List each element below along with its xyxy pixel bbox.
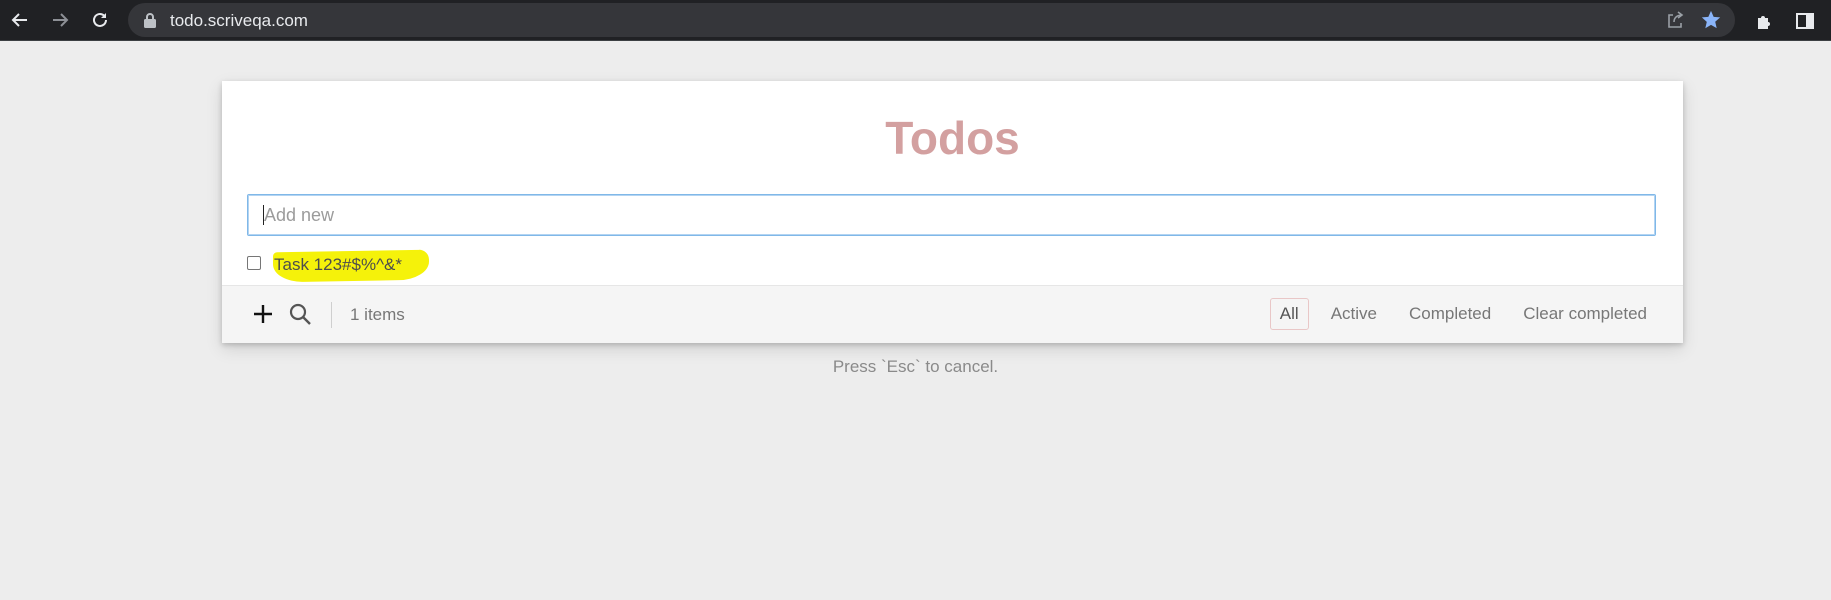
new-todo-input[interactable] [247, 194, 1656, 236]
page-title: Todos [885, 112, 1020, 164]
items-count: 1 items [350, 305, 405, 324]
bookmark-star-button[interactable] [1699, 8, 1723, 32]
cancel-hint: Press `Esc` to cancel. [832, 357, 999, 376]
filter-active[interactable]: Active [1321, 298, 1387, 330]
extensions-button[interactable] [1749, 5, 1781, 37]
share-button[interactable] [1663, 8, 1687, 32]
url-text: todo.scriveqa.com [170, 11, 308, 30]
lock-icon [144, 13, 156, 28]
back-arrow-icon [11, 13, 27, 27]
todo-checkbox[interactable] [247, 256, 261, 270]
search-icon[interactable] [288, 302, 312, 326]
reload-button[interactable] [84, 4, 116, 36]
todo-footer: 1 items All Active Completed Clear compl… [222, 285, 1683, 343]
reload-icon [93, 12, 107, 27]
clear-completed-button[interactable]: Clear completed [1513, 298, 1657, 330]
text-caret [263, 205, 264, 225]
side-panel-button[interactable] [1789, 5, 1821, 37]
back-button[interactable] [4, 4, 36, 36]
todo-label[interactable]: Task 123#$%^&* [274, 255, 402, 275]
browser-toolbar: todo.scriveqa.com [0, 0, 1831, 41]
share-icon [1668, 11, 1684, 28]
filter-completed[interactable]: Completed [1399, 298, 1501, 330]
todo-app-card: Todos Task 123#$%^&* 1 items All Active … [222, 81, 1683, 343]
forward-arrow-icon [53, 13, 69, 27]
side-panel-icon [1796, 13, 1814, 29]
star-icon [1701, 10, 1721, 29]
footer-divider [331, 302, 332, 328]
address-bar[interactable]: todo.scriveqa.com [128, 3, 1735, 37]
filter-bar: All Active Completed Clear completed [1258, 298, 1657, 330]
plus-icon[interactable] [252, 303, 274, 325]
todo-item[interactable]: Task 123#$%^&* [247, 249, 647, 283]
extensions-icon [1758, 16, 1770, 29]
forward-button[interactable] [44, 4, 76, 36]
filter-all[interactable]: All [1269, 298, 1309, 330]
